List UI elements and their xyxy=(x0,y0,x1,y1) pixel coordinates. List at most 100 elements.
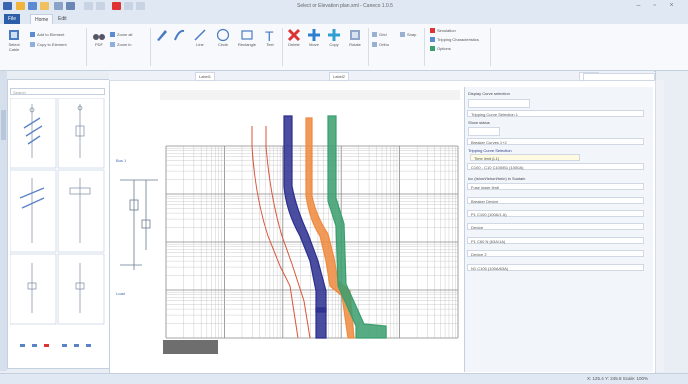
brush-icon xyxy=(174,29,185,41)
ribbon-tabs: File Home Edit xyxy=(0,13,688,25)
zoom-all-button[interactable]: Zoom all xyxy=(110,32,132,38)
symbol-library xyxy=(10,98,105,347)
brush-button[interactable] xyxy=(172,28,186,42)
left-toolbar-tab[interactable] xyxy=(1,110,6,140)
separator xyxy=(150,28,151,66)
snap-label: Snap xyxy=(407,32,417,37)
device-field[interactable]: Device xyxy=(467,223,644,230)
app-icon[interactable] xyxy=(3,2,12,10)
copy2-button[interactable]: Copy xyxy=(326,28,342,47)
c100-field[interactable]: C100 - C10 C100/B1 (1000A) xyxy=(467,163,644,170)
circle-label: Circle xyxy=(217,42,229,47)
folder-icon[interactable] xyxy=(40,2,49,10)
zoom-in-button[interactable]: Zoom in xyxy=(110,42,131,48)
tab-edit[interactable]: Edit xyxy=(54,14,71,24)
bus-label: Bus 1 xyxy=(116,158,127,163)
n1-c100-field[interactable]: N1 C100 (100A/63A) xyxy=(467,264,644,271)
delete-label: Delete xyxy=(288,42,300,47)
add-icon xyxy=(30,32,35,38)
search-input[interactable]: Search xyxy=(10,88,105,95)
doc-tab-1[interactable]: Label1 xyxy=(195,72,216,81)
settings-icon[interactable] xyxy=(136,2,145,10)
time-limit-tooltip: Time limit (L1) xyxy=(470,154,580,161)
blue-curve-tail xyxy=(315,307,327,339)
single-line-diagram: Bus 1 Load xyxy=(116,158,158,296)
ortho-button[interactable]: Ortho xyxy=(372,42,389,48)
tripping-label: Tripping Characteristics xyxy=(437,37,479,42)
properties-toggle[interactable] xyxy=(583,73,655,81)
selectivity-chart xyxy=(160,86,460,356)
line-label: Line xyxy=(196,42,204,47)
fuse-limit-field[interactable]: Fuse lower limit xyxy=(467,183,644,190)
line-button[interactable]: Line xyxy=(192,28,208,47)
move-icon xyxy=(308,29,320,41)
device2-field[interactable]: Device 2 xyxy=(467,250,644,257)
copy-element-button[interactable]: Copy to Element xyxy=(30,42,67,48)
chart-header-bar xyxy=(160,90,460,100)
circle-button[interactable]: Circle xyxy=(214,28,232,47)
curve-select-field[interactable]: Tripping Curve Selection 1 xyxy=(467,110,644,117)
separator xyxy=(368,28,369,66)
p1-c60-field[interactable]: P1 C60 N (63A/1A) xyxy=(467,237,644,244)
status-bar: X: 125.4 Y: 245.8 Scale: 100% xyxy=(0,373,688,384)
zoom-in-label: Zoom in xyxy=(117,42,132,47)
rectangle-button[interactable]: Rectangle xyxy=(236,28,258,47)
zoom-all-label: Zoom all xyxy=(117,32,133,37)
select-cable-button[interactable]: Select Cable xyxy=(4,28,24,52)
separator xyxy=(424,28,425,66)
tripping-button[interactable]: Tripping Characteristics xyxy=(430,37,479,43)
grid-icon xyxy=(372,32,377,38)
rectangle-label: Rectangle xyxy=(237,42,256,47)
ortho-icon xyxy=(372,42,377,48)
breaker-device-field[interactable]: Breaker Device xyxy=(467,197,644,204)
title-bar: Select or Elevation plan.xml - Caneco 1.… xyxy=(0,0,688,14)
grid-button[interactable]: Grid xyxy=(372,32,387,38)
status-text: X: 125.4 Y: 245.8 Scale: 100% xyxy=(587,376,648,381)
simulation-button[interactable]: Simulation xyxy=(430,28,456,34)
cable-icon xyxy=(9,30,19,40)
add-element-button[interactable]: Add to Element xyxy=(30,32,64,38)
rotate-button[interactable]: Rotate xyxy=(346,28,364,47)
pen-button[interactable] xyxy=(154,28,168,42)
binoculars-icon xyxy=(93,34,105,40)
symbol-cell[interactable] xyxy=(57,169,105,253)
pane-toolbar[interactable] xyxy=(468,99,530,108)
pdf-label: PDF xyxy=(95,42,103,47)
copy-element-label: Copy to Element xyxy=(37,42,67,47)
breaker-curves-field[interactable]: Breaker Curves 1+2 xyxy=(467,138,644,145)
status-toolbar[interactable] xyxy=(468,127,500,136)
copy-icon xyxy=(30,42,35,48)
p1-c100-field[interactable]: P1 C100 (100A/1 A) xyxy=(467,210,644,217)
vertical-scrollbar[interactable] xyxy=(655,80,664,372)
symbol-cell[interactable] xyxy=(10,169,57,253)
print-icon[interactable] xyxy=(54,2,63,10)
undo-icon[interactable] xyxy=(66,2,75,10)
play-icon[interactable] xyxy=(124,2,133,10)
ortho-label: Ortho xyxy=(379,42,390,47)
options-label: Options xyxy=(437,46,451,51)
tab-file[interactable]: File xyxy=(4,14,21,24)
doc-tab-2[interactable]: Label2 xyxy=(329,72,350,81)
svg-text:T: T xyxy=(265,28,274,42)
save-icon[interactable] xyxy=(28,2,37,10)
snap-button[interactable]: Snap xyxy=(400,32,416,38)
options-icon xyxy=(430,46,435,52)
open-icon[interactable] xyxy=(16,2,25,10)
pdf-button[interactable]: PDF xyxy=(92,30,106,47)
move-button[interactable]: Move xyxy=(306,28,322,47)
options-button[interactable]: Options xyxy=(430,46,451,52)
maximize-button[interactable]: ▫ xyxy=(650,2,659,10)
thumbnail-overlay xyxy=(163,340,218,354)
symbol-cell[interactable] xyxy=(57,98,105,169)
arrow-icon[interactable] xyxy=(96,2,105,10)
delete-button[interactable]: Delete xyxy=(286,28,302,47)
redo-icon[interactable] xyxy=(84,2,93,10)
close-button[interactable]: × xyxy=(667,2,676,10)
simulation-label: Simulation xyxy=(437,28,456,33)
rect-icon xyxy=(241,30,253,40)
text-button[interactable]: T Text xyxy=(262,28,278,47)
minimize-button[interactable]: – xyxy=(634,2,643,10)
rotate-label: Rotate xyxy=(349,42,361,47)
circle-icon xyxy=(216,28,230,42)
stop-icon[interactable] xyxy=(112,2,121,10)
